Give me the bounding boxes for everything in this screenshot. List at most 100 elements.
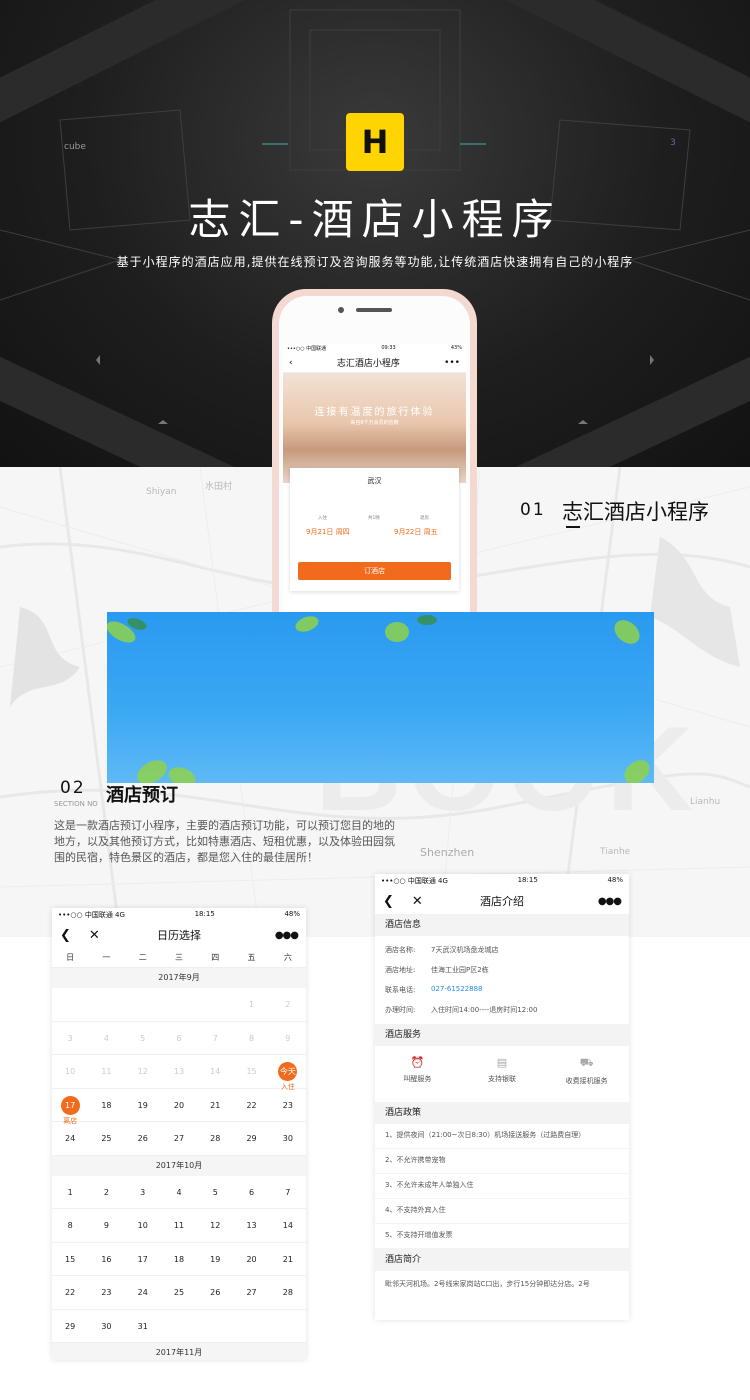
service-list: ⏰ 叫醒服务 ▤ 支持银联 ⛟ 收费接机服务 — [375, 1046, 629, 1102]
day-number: 8 — [249, 1033, 255, 1043]
calendar-day[interactable]: 11 — [88, 1055, 124, 1088]
calendar-week-row: 12 — [52, 988, 306, 1022]
calendar-day[interactable]: 13 — [161, 1055, 197, 1088]
calendar-day[interactable]: 12 — [125, 1055, 161, 1088]
calendar-day[interactable]: 3 — [125, 1176, 161, 1209]
calendar-day[interactable]: 23 — [270, 1089, 306, 1122]
calendar-day[interactable]: 17 离店 — [52, 1089, 88, 1125]
calendar-day[interactable]: 20 — [161, 1089, 197, 1122]
calendar-day[interactable]: 24 — [52, 1122, 88, 1155]
calendar-day[interactable]: 14 — [197, 1055, 233, 1088]
calendar-day[interactable]: 7 — [197, 1022, 233, 1055]
day-number: 26 — [210, 1288, 221, 1297]
calendar-day[interactable]: 17 — [125, 1243, 161, 1276]
calendar-day[interactable]: 10 — [52, 1055, 88, 1088]
calendar-day[interactable]: 29 — [233, 1122, 269, 1155]
more-icon[interactable]: ••• — [444, 358, 460, 368]
day-number: 28 — [282, 1288, 293, 1297]
calendar-day[interactable]: 7 — [270, 1176, 306, 1209]
calendar-day[interactable]: 19 — [125, 1089, 161, 1122]
calendar-day[interactable]: 9 — [270, 1022, 306, 1055]
calendar-day[interactable]: 20 — [233, 1243, 269, 1276]
calendar-day[interactable]: 21 — [197, 1089, 233, 1122]
calendar-day[interactable]: 18 — [161, 1243, 197, 1276]
calendar-day[interactable]: 16 — [88, 1243, 124, 1276]
calendar-day[interactable]: 15 — [233, 1055, 269, 1088]
calendar-day[interactable]: 4 — [88, 1022, 124, 1055]
calendar-day[interactable]: 4 — [161, 1176, 197, 1209]
calendar-day[interactable]: 6 — [233, 1176, 269, 1209]
more-icon[interactable]: ●●● — [598, 896, 622, 907]
calendar-day[interactable]: 24 — [125, 1276, 161, 1309]
calendar-day[interactable]: 26 — [125, 1122, 161, 1155]
calendar-day[interactable]: 14 — [270, 1209, 306, 1242]
calendar-day[interactable]: 1 — [233, 988, 269, 1021]
calendar-day[interactable]: 28 — [197, 1122, 233, 1155]
phone-camera — [338, 307, 344, 313]
calendar-day[interactable]: 21 — [270, 1243, 306, 1276]
day-number: 11 — [173, 1221, 185, 1230]
calendar-week-row: 8 9 10 11 12 13 14 — [52, 1209, 306, 1243]
calendar-day[interactable]: 6 — [161, 1022, 197, 1055]
calendar-day[interactable]: 15 — [52, 1243, 88, 1276]
calendar-week-row: 24 25 26 27 28 29 30 — [52, 1122, 306, 1156]
calendar-week-row: 22 23 24 25 26 27 28 — [52, 1276, 306, 1310]
hero-deco-label: cube — [64, 142, 86, 152]
calendar-day[interactable]: 8 — [233, 1022, 269, 1055]
calendar-day[interactable]: 28 — [270, 1276, 306, 1309]
calendar-day[interactable]: 29 — [52, 1310, 88, 1343]
calendar-day[interactable]: 3 — [52, 1022, 88, 1055]
day-number: 18 — [101, 1100, 112, 1110]
calendar-day[interactable]: 22 — [233, 1089, 269, 1122]
calendar-day[interactable]: 今天 入住 — [270, 1055, 306, 1091]
month-header: 2017年11月 — [52, 1343, 306, 1360]
day-number: 25 — [101, 1134, 112, 1143]
calendar-day[interactable]: 22 — [52, 1276, 88, 1309]
checkout-date[interactable]: 9月22日 周五 — [394, 527, 438, 537]
calendar-day[interactable]: 13 — [233, 1209, 269, 1242]
calendar-day[interactable]: 18 — [88, 1089, 124, 1122]
checkin-date[interactable]: 9月21日 周四 — [306, 527, 350, 537]
calendar-day[interactable]: 5 — [197, 1176, 233, 1209]
status-time: 18:15 — [194, 910, 215, 918]
info-value: 佳海工业园P区2栋 — [431, 966, 489, 974]
calendar-day[interactable]: 27 — [233, 1276, 269, 1309]
more-icon[interactable]: ●●● — [275, 930, 299, 941]
calendar-day[interactable]: 23 — [88, 1276, 124, 1309]
status-time: 09:33 — [381, 345, 396, 351]
calendar-day[interactable]: 9 — [88, 1209, 124, 1242]
calendar-day[interactable]: 19 — [197, 1243, 233, 1276]
hotel-title: 酒店介绍 — [480, 895, 524, 908]
calendar-day[interactable]: 12 — [197, 1209, 233, 1242]
checkout-label: 退房 — [420, 516, 429, 521]
calendar-day[interactable]: 11 — [161, 1209, 197, 1242]
alarm-clock-icon: ⏰ — [410, 1056, 425, 1069]
leaf-decoration — [107, 615, 650, 783]
section-01-number: 01 — [520, 500, 546, 520]
calendar-day[interactable]: 10 — [125, 1209, 161, 1242]
calendar-day[interactable]: 1 — [52, 1176, 88, 1209]
calendar-day[interactable]: 25 — [88, 1122, 124, 1155]
calendar-day[interactable]: 8 — [52, 1209, 88, 1242]
back-icon[interactable]: ‹ — [289, 358, 293, 368]
day-number: 20 — [246, 1254, 257, 1264]
calendar-day[interactable]: 2 — [270, 988, 306, 1021]
calendar-day[interactable]: 25 — [161, 1276, 197, 1309]
calendar-day[interactable]: 30 — [88, 1310, 124, 1343]
phone-link[interactable]: 027-61522888 — [431, 985, 483, 995]
calendar-day[interactable]: 26 — [197, 1276, 233, 1309]
book-hotel-button[interactable]: 订酒店 — [298, 562, 451, 580]
calendar-day[interactable]: 31 — [125, 1310, 161, 1343]
city-selector[interactable]: 武汉 — [290, 476, 459, 486]
day-number: 28 — [210, 1134, 221, 1143]
calendar-day[interactable]: 27 — [161, 1122, 197, 1155]
day-number: 14 — [210, 1067, 221, 1076]
day-number: 30 — [282, 1134, 293, 1143]
day-number: 1 — [249, 1000, 255, 1009]
calendar-day[interactable]: 2 — [88, 1176, 124, 1209]
calendar-day[interactable]: 5 — [125, 1022, 161, 1055]
day-number: 27 — [246, 1288, 257, 1297]
calendar-day — [125, 988, 161, 1021]
calendar-day[interactable]: 30 — [270, 1122, 306, 1155]
weekday-label: 四 — [211, 953, 220, 962]
